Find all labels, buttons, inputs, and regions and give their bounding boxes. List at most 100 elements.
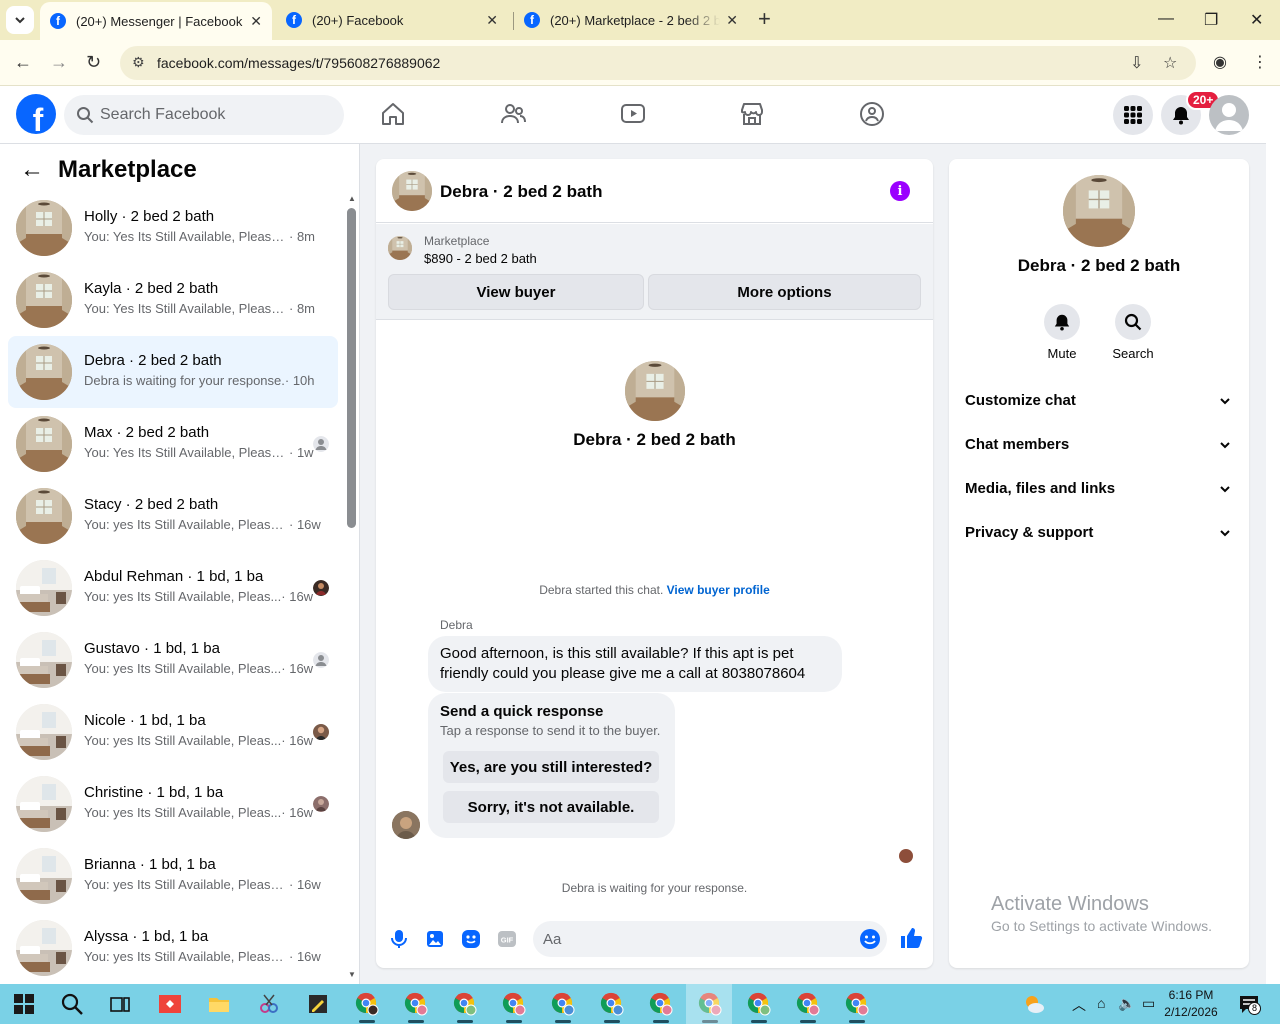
back-button[interactable]: ←	[14, 52, 32, 72]
friends-icon[interactable]	[499, 100, 527, 128]
reload-button[interactable]: ↻	[86, 52, 101, 72]
conversation-item[interactable]: Max · 2 bed 2 bath You: Yes Its Still Ava…	[8, 408, 338, 480]
details-section-row[interactable]: Privacy & support	[949, 511, 1249, 555]
usb-icon[interactable]: ⌂	[1097, 995, 1105, 1011]
sticker-icon[interactable]	[460, 928, 482, 950]
chrome-taskbar-icon[interactable]	[355, 992, 379, 1016]
chrome-taskbar-icon[interactable]	[453, 992, 477, 1016]
network-icon[interactable]: ▭	[1142, 995, 1155, 1012]
view-buyer-button[interactable]: View buyer	[388, 274, 644, 310]
chrome-menu-icon[interactable]: ⋮	[1252, 52, 1268, 72]
sidebar-scrollbar-thumb[interactable]	[347, 208, 356, 528]
more-options-button[interactable]: More options	[648, 274, 921, 310]
tray-expand-icon[interactable]: ︿	[1072, 995, 1086, 1015]
quick-response-sorry-button[interactable]: Sorry, it's not available.	[443, 791, 659, 823]
browser-tab-facebook[interactable]: f (20+) Facebook ✕	[276, 0, 508, 40]
listing-price[interactable]: $890 - 2 bed 2 bath	[424, 251, 537, 266]
details-section-row[interactable]: Chat members	[949, 423, 1249, 467]
microphone-icon[interactable]	[388, 928, 410, 950]
snipping-tool-icon[interactable]	[257, 992, 281, 1016]
url-text[interactable]: facebook.com/messages/t/795608276889062	[157, 55, 440, 71]
taskbar-clock[interactable]: 6:16 PM 2/12/2026	[1160, 987, 1222, 1021]
chat-hero-avatar[interactable]	[625, 361, 685, 421]
thumbs-up-icon[interactable]	[899, 926, 923, 950]
home-icon[interactable]	[379, 100, 407, 128]
gif-icon[interactable]: GIF	[496, 928, 518, 950]
chrome-taskbar-icon[interactable]	[502, 992, 526, 1016]
windows-start-icon[interactable]	[12, 992, 36, 1016]
marketplace-icon[interactable]	[738, 100, 766, 128]
chrome-taskbar-icon[interactable]	[551, 992, 575, 1016]
anydesk-icon[interactable]	[158, 992, 182, 1016]
profile-icon[interactable]: ◉	[1213, 52, 1227, 72]
chrome-taskbar-icon[interactable]	[796, 992, 820, 1016]
page-scrollbar[interactable]	[1266, 86, 1280, 984]
conversation-item[interactable]: Christine · 1 bd, 1 ba You: yes Its Still…	[8, 768, 338, 840]
chrome-taskbar-icon[interactable]	[747, 992, 771, 1016]
task-view-icon[interactable]	[108, 992, 132, 1016]
info-icon[interactable]: i	[890, 181, 910, 201]
omnibox[interactable]: ⚙ facebook.com/messages/t/79560827688906…	[120, 46, 1196, 80]
tab-search-button[interactable]	[6, 6, 34, 34]
chrome-taskbar-icon[interactable]	[600, 992, 624, 1016]
mute-action[interactable]: Mute	[1032, 304, 1092, 361]
emoji-icon[interactable]	[859, 928, 881, 950]
file-explorer-icon[interactable]	[207, 992, 231, 1016]
conversation-item[interactable]: Alyssa · 1 bd, 1 ba You: yes Its Still Av…	[8, 912, 338, 984]
details-section-row[interactable]: Media, files and links	[949, 467, 1249, 511]
conversation-item[interactable]: Abdul Rehman · 1 bd, 1 ba You: yes Its St…	[8, 552, 338, 624]
conversation-item[interactable]: Debra · 2 bed 2 bath Debra is waiting for…	[8, 336, 338, 408]
back-arrow-icon[interactable]: ←	[20, 158, 44, 182]
close-window-button[interactable]: ✕	[1250, 10, 1263, 30]
chrome-taskbar-icon[interactable]	[404, 992, 428, 1016]
tab-close-icon[interactable]: ✕	[726, 12, 738, 29]
notification-center-button[interactable]: 8	[1238, 993, 1261, 1015]
address-bar: ← → ↻ ⚙ facebook.com/messages/t/79560827…	[0, 40, 1280, 86]
details-avatar[interactable]	[1063, 175, 1135, 247]
sender-avatar[interactable]	[392, 811, 420, 839]
restore-button[interactable]: ❐	[1204, 10, 1218, 30]
tab-close-icon[interactable]: ✕	[250, 13, 262, 30]
minimize-button[interactable]: —	[1158, 10, 1174, 28]
conversation-item[interactable]: Brianna · 1 bd, 1 ba You: yes Its Still A…	[8, 840, 338, 912]
browser-tab-messenger[interactable]: f (20+) Messenger | Facebook ✕	[40, 2, 272, 40]
volume-icon[interactable]: 🔈	[1118, 995, 1135, 1012]
browser-tab-marketplace[interactable]: f (20+) Marketplace - 2 bed 2 bath ✕	[514, 0, 748, 40]
scroll-up-arrow[interactable]: ▲	[348, 194, 356, 203]
new-tab-button[interactable]: +	[758, 8, 771, 30]
view-buyer-profile-link[interactable]: View buyer profile	[667, 583, 770, 597]
chat-avatar[interactable]	[392, 171, 432, 211]
quick-response-yes-button[interactable]: Yes, are you still interested?	[443, 751, 659, 783]
chrome-taskbar-icon[interactable]	[649, 992, 673, 1016]
watch-video-icon[interactable]	[619, 100, 647, 128]
conversation-item[interactable]: Nicole · 1 bd, 1 ba You: yes Its Still Av…	[8, 696, 338, 768]
conversation-item[interactable]: Kayla · 2 bed 2 bath You: Yes Its Still A…	[8, 264, 338, 336]
conversation-item[interactable]: Stacy · 2 bed 2 bath You: yes Its Still A…	[8, 480, 338, 552]
site-settings-icon[interactable]: ⚙	[132, 54, 145, 71]
scroll-down-arrow[interactable]: ▼	[348, 970, 356, 979]
taskbar-search-icon[interactable]	[60, 992, 84, 1016]
message-bubble[interactable]: Good afternoon, is this still available?…	[428, 636, 842, 692]
menu-grid-button[interactable]	[1113, 95, 1153, 135]
search-action[interactable]: Search	[1103, 304, 1163, 361]
message-input[interactable]	[543, 921, 843, 957]
details-section-row[interactable]: Customize chat	[949, 379, 1249, 423]
chat-title[interactable]: Debra · 2 bed 2 bath	[440, 182, 602, 202]
facebook-logo-icon[interactable]: f	[16, 94, 56, 134]
groups-icon[interactable]	[858, 100, 886, 128]
conversation-item[interactable]: Holly · 2 bed 2 bath You: Yes Its Still A…	[8, 192, 338, 264]
forward-button[interactable]: →	[50, 52, 68, 72]
chrome-taskbar-icon[interactable]	[845, 992, 869, 1016]
tab-close-icon[interactable]: ✕	[486, 12, 498, 29]
search-input[interactable]	[100, 95, 330, 135]
sticky-notes-icon[interactable]	[306, 992, 330, 1016]
account-avatar-button[interactable]	[1209, 95, 1249, 135]
facebook-search[interactable]	[64, 95, 344, 135]
weather-icon[interactable]	[1022, 992, 1046, 1016]
bookmark-star-icon[interactable]: ☆	[1163, 53, 1177, 73]
conversation-item[interactable]: Gustavo · 1 bd, 1 ba You: yes Its Still A…	[8, 624, 338, 696]
conversation-preview-line: You: yes Its Still Available, Please ...…	[84, 517, 321, 532]
message-composer[interactable]	[533, 921, 887, 957]
photo-icon[interactable]	[424, 928, 446, 950]
install-app-icon[interactable]: ⇩	[1130, 53, 1143, 73]
